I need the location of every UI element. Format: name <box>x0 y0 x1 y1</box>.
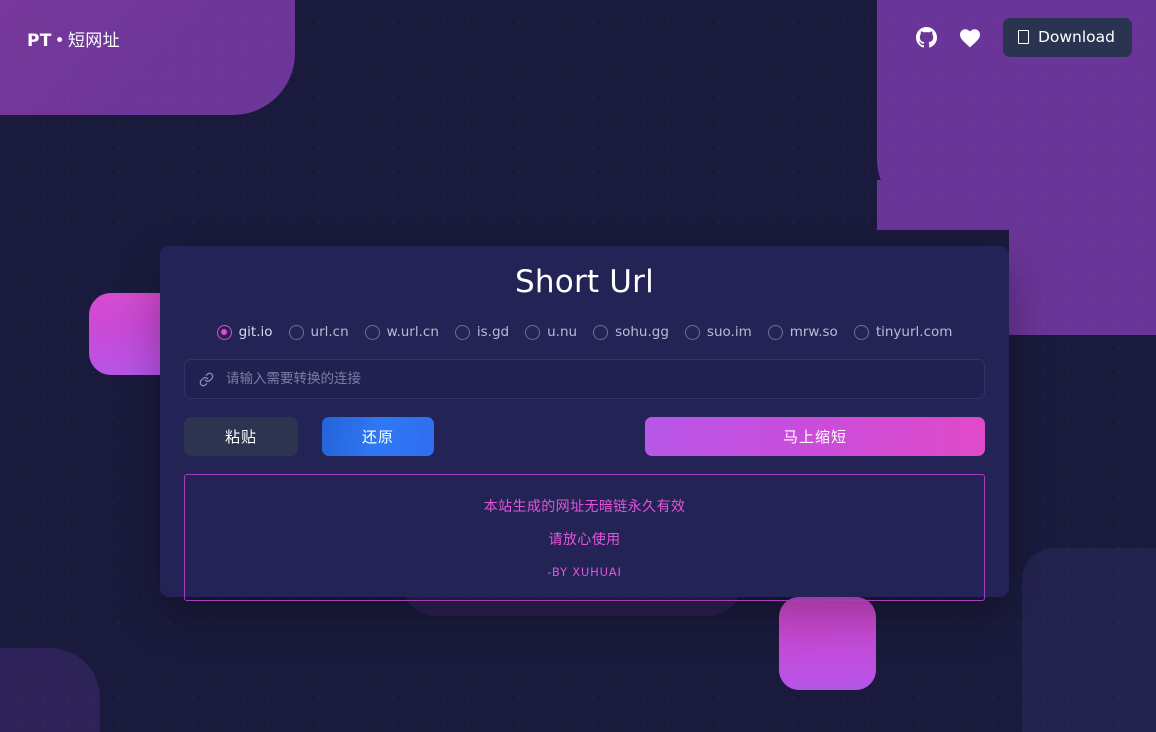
provider-label: sohu.gg <box>615 324 669 340</box>
logo-prefix: PT <box>27 31 52 51</box>
site-logo[interactable]: PT • 短网址 <box>27 26 120 51</box>
radio-icon[interactable] <box>684 324 700 340</box>
provider-option-is-gd[interactable]: is.gd <box>454 324 510 340</box>
action-button-row: 粘贴 还原 马上缩短 <box>184 417 985 456</box>
download-button-label: Download <box>1037 28 1115 46</box>
page-title: Short Url <box>515 264 654 300</box>
radio-icon[interactable] <box>454 324 470 340</box>
site-header: PT • 短网址 Download <box>0 0 1156 78</box>
provider-option-git-io[interactable]: git.io <box>216 324 273 340</box>
provider-label: url.cn <box>310 324 349 340</box>
heart-icon[interactable] <box>959 28 981 48</box>
provider-option-suo-im[interactable]: suo.im <box>684 324 752 340</box>
short-url-card: Short Url git.io url.cn w.url.cn is.gd u… <box>160 246 1009 601</box>
provider-label: tinyurl.com <box>875 324 953 340</box>
link-icon <box>199 372 214 387</box>
provider-option-sohu-gg[interactable]: sohu.gg <box>593 324 669 340</box>
provider-option-url-cn[interactable]: url.cn <box>288 324 349 340</box>
provider-label: git.io <box>238 324 273 340</box>
decorative-shape-bottom-left <box>0 648 100 732</box>
radio-icon[interactable] <box>593 324 609 340</box>
missing-glyph-box-icon <box>1017 30 1029 44</box>
provider-option-tinyurl-com[interactable]: tinyurl.com <box>853 324 953 340</box>
url-input-row[interactable] <box>184 359 985 399</box>
decorative-shape-bottom-right <box>1022 548 1156 732</box>
provider-radio-group: git.io url.cn w.url.cn is.gd u.nu sohu.g… <box>160 324 1009 340</box>
notice-box: 本站生成的网址无暗链永久有效 请放心使用 -BY XUHUAI <box>184 474 985 601</box>
provider-option-mrw-so[interactable]: mrw.so <box>767 324 838 340</box>
radio-icon[interactable] <box>767 324 783 340</box>
shorten-button[interactable]: 马上缩短 <box>645 417 985 456</box>
notice-signature: -BY XUHUAI <box>547 565 622 579</box>
download-button[interactable]: Download <box>1002 18 1132 57</box>
provider-label: w.url.cn <box>386 324 439 340</box>
decorative-square-bottom <box>779 597 876 690</box>
logo-separator: • <box>54 31 65 51</box>
restore-button[interactable]: 还原 <box>322 417 434 456</box>
url-input[interactable] <box>226 371 970 387</box>
paste-button[interactable]: 粘贴 <box>184 417 298 456</box>
radio-icon[interactable] <box>288 324 304 340</box>
provider-option-u-nu[interactable]: u.nu <box>525 324 577 340</box>
provider-label: u.nu <box>547 324 578 340</box>
provider-label: is.gd <box>476 324 510 340</box>
logo-name: 短网址 <box>67 31 120 51</box>
radio-icon[interactable] <box>525 324 541 340</box>
provider-label: mrw.so <box>789 324 838 340</box>
notice-line-2: 请放心使用 <box>548 532 621 548</box>
radio-icon[interactable] <box>853 324 869 340</box>
decorative-shape-right-middle <box>1009 214 1156 335</box>
github-icon[interactable] <box>915 27 937 48</box>
notice-line-1: 本站生成的网址无暗链永久有效 <box>483 499 686 515</box>
header-actions: Download <box>915 18 1132 57</box>
radio-icon[interactable] <box>364 324 380 340</box>
provider-option-w-url-cn[interactable]: w.url.cn <box>364 324 439 340</box>
radio-icon[interactable] <box>216 324 232 340</box>
provider-label: suo.im <box>706 324 752 340</box>
